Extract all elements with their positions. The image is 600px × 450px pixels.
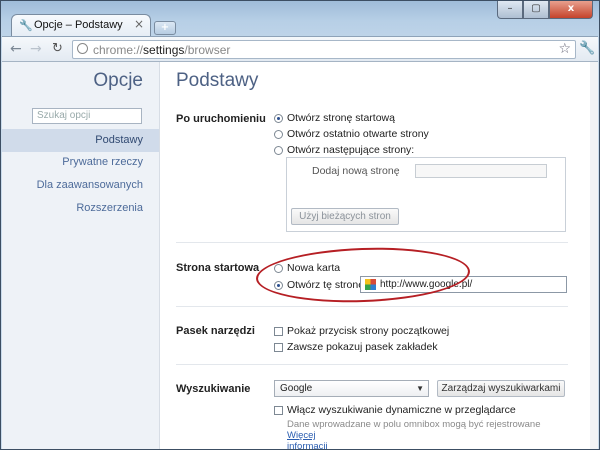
add-page-label: Dodaj nową stronę bbox=[312, 165, 400, 177]
star-icon[interactable]: ☆ bbox=[558, 41, 571, 57]
minimize-button[interactable]: – bbox=[497, 1, 523, 19]
wrench-icon: 🔧 bbox=[19, 19, 33, 32]
startup-option-homepage: Otwórz stronę startową bbox=[287, 112, 395, 124]
instant-search-label: Włącz wyszukiwanie dynamiczne w przegląd… bbox=[287, 404, 516, 416]
sidebar-item-podstawy[interactable]: Podstawy bbox=[2, 129, 159, 152]
url-host: settings bbox=[143, 43, 185, 57]
startup-label: Po uruchomieniu bbox=[176, 113, 266, 125]
homepage-url-input[interactable]: http://www.google.pl/ bbox=[360, 276, 567, 293]
page-title: Podstawy bbox=[176, 70, 259, 91]
url-text: chrome://settings/browser bbox=[93, 43, 230, 57]
google-icon bbox=[365, 279, 376, 290]
settings-page: Opcje Szukaj opcji Podstawy Prywatne rze… bbox=[2, 62, 598, 449]
main-content: Podstawy Po uruchomieniu Otwórz stronę s… bbox=[160, 62, 598, 449]
search-input[interactable]: Szukaj opcji bbox=[32, 108, 142, 124]
startup-option-last: Otwórz ostatnio otwarte strony bbox=[287, 128, 429, 140]
sidebar-item-prywatne[interactable]: Prywatne rzeczy bbox=[62, 156, 143, 168]
instant-search-note-text: Dane wprowadzane w polu omnibox mogą być… bbox=[287, 419, 541, 430]
instant-search-note: Dane wprowadzane w polu omnibox mogą być… bbox=[287, 419, 562, 449]
search-label: Wyszukiwanie bbox=[176, 383, 251, 395]
wrench-menu-icon[interactable]: 🔧 bbox=[579, 41, 595, 56]
show-bookmarks-checkbox[interactable] bbox=[274, 343, 283, 352]
forward-button[interactable]: → bbox=[30, 41, 42, 57]
show-home-label: Pokaż przycisk strony początkowej bbox=[287, 325, 450, 337]
add-page-field[interactable] bbox=[415, 164, 547, 178]
tab-title: Opcje – Podstawy bbox=[34, 19, 123, 31]
homepage-option-newtab: Nowa karta bbox=[287, 262, 341, 274]
sidebar-item-rozszerzenia[interactable]: Rozszerzenia bbox=[76, 202, 143, 214]
url-scheme: chrome:// bbox=[93, 43, 144, 57]
startup-option-pages: Otwórz następujące strony: bbox=[287, 144, 415, 156]
more-info-link-2[interactable]: informacji bbox=[287, 441, 328, 449]
homepage-url-value: http://www.google.pl/ bbox=[380, 279, 473, 290]
show-home-checkbox[interactable] bbox=[274, 327, 283, 336]
page-icon bbox=[77, 43, 88, 54]
address-bar[interactable]: chrome://settings/browser ☆ bbox=[72, 40, 576, 59]
homepage-label: Strona startowa bbox=[176, 262, 260, 274]
homepage-radio-url[interactable] bbox=[274, 281, 283, 290]
use-current-pages-button[interactable]: Użyj bieżących stron bbox=[291, 208, 399, 225]
manage-search-engines-button[interactable]: Zarządzaj wyszukiwarkami bbox=[437, 380, 565, 397]
startup-pages-list: Dodaj nową stronę Użyj bieżących stron bbox=[286, 157, 566, 232]
window-controls: – ▢ x bbox=[497, 1, 593, 19]
tab-strip: 🔧 Opcje – Podstawy × + bbox=[11, 14, 431, 36]
reload-button[interactable]: ↻ bbox=[52, 41, 63, 57]
tab-settings[interactable]: 🔧 Opcje – Podstawy × bbox=[11, 14, 151, 36]
scrollbar[interactable] bbox=[590, 62, 598, 449]
homepage-option-url: Otwórz tę stronę: bbox=[287, 279, 367, 291]
back-button[interactable]: ← bbox=[10, 41, 22, 57]
close-window-button[interactable]: x bbox=[549, 1, 593, 19]
url-path: /browser bbox=[184, 43, 231, 57]
sidebar: Opcje Szukaj opcji Podstawy Prywatne rze… bbox=[2, 62, 160, 449]
startup-radio-homepage[interactable] bbox=[274, 114, 283, 123]
toolbar-section-label: Pasek narzędzi bbox=[176, 325, 255, 337]
instant-search-checkbox[interactable] bbox=[274, 406, 283, 415]
search-engine-value: Google bbox=[280, 383, 313, 394]
highlight-annotation bbox=[255, 244, 471, 306]
dropdown-arrow-icon: ▼ bbox=[416, 384, 424, 393]
sidebar-item-zaawansowane[interactable]: Dla zaawansowanych bbox=[37, 179, 143, 191]
divider bbox=[176, 242, 568, 243]
homepage-radio-newtab[interactable] bbox=[274, 264, 283, 273]
show-bookmarks-label: Zawsze pokazuj pasek zakładek bbox=[287, 341, 438, 353]
more-info-link[interactable]: Więcej bbox=[287, 430, 316, 441]
sidebar-title: Opcje bbox=[93, 70, 143, 91]
close-tab-icon[interactable]: × bbox=[134, 17, 144, 31]
maximize-button[interactable]: ▢ bbox=[523, 1, 549, 19]
toolbar: ← → ↻ chrome://settings/browser ☆ 🔧 bbox=[2, 36, 598, 62]
new-tab-button[interactable]: + bbox=[154, 21, 176, 35]
startup-radio-pages[interactable] bbox=[274, 146, 283, 155]
divider bbox=[176, 306, 568, 307]
browser-window: 🔧 Opcje – Podstawy × + – ▢ x ← → ↻ chrom… bbox=[0, 0, 600, 450]
search-engine-select[interactable]: Google ▼ bbox=[274, 380, 429, 397]
startup-radio-last[interactable] bbox=[274, 130, 283, 139]
divider bbox=[176, 364, 568, 365]
